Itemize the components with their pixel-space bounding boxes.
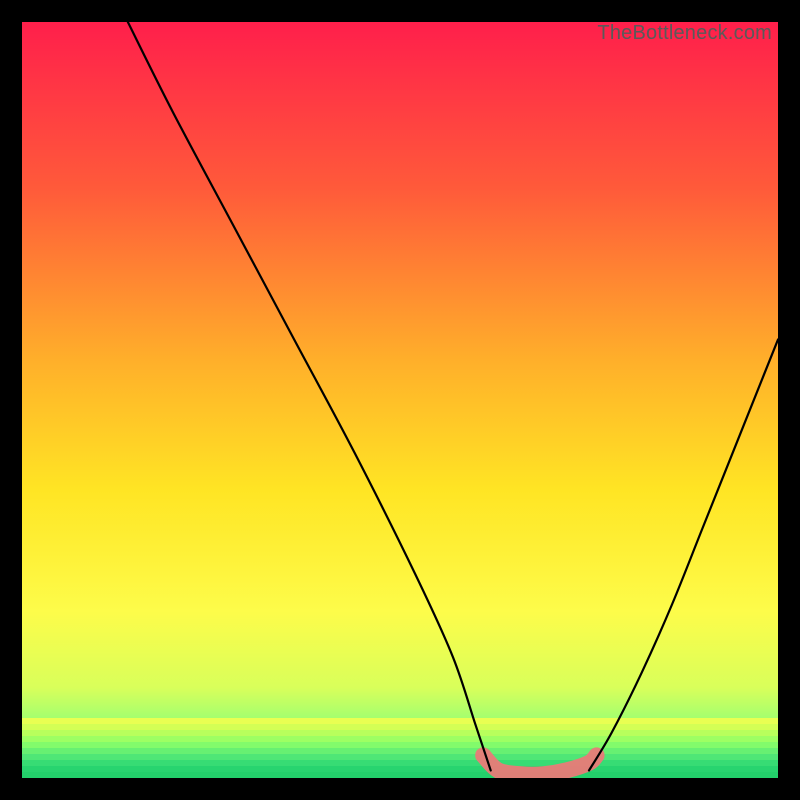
chart-frame: TheBottleneck.com bbox=[0, 0, 800, 800]
bottom-stripes bbox=[22, 718, 778, 778]
plot-area: TheBottleneck.com bbox=[22, 22, 778, 778]
gradient-background bbox=[22, 22, 778, 778]
chart-svg bbox=[22, 22, 778, 778]
watermark-text: TheBottleneck.com bbox=[597, 22, 772, 45]
